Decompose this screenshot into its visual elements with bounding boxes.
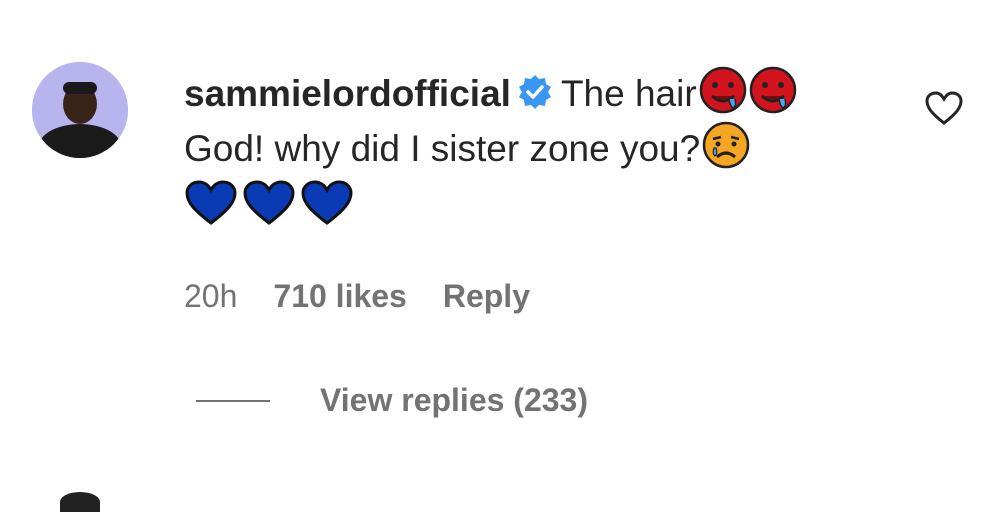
- blue-heart-icon: [301, 180, 353, 225]
- comment-username[interactable]: sammielordofficial: [184, 73, 511, 114]
- comment-text-line2: God! why did I sister zone you?: [184, 128, 701, 169]
- comment-timestamp: 20h: [184, 278, 238, 314]
- comment-body: sammielordofficial The hair God! why did…: [184, 66, 884, 235]
- comment-line-1: sammielordofficial The hair: [184, 66, 884, 121]
- view-replies-label: View replies (233): [320, 382, 588, 418]
- drooling-red-face-emoji: [749, 66, 796, 114]
- like-heart-icon[interactable]: [924, 90, 964, 126]
- comment-line-3: [184, 180, 884, 235]
- view-replies-button[interactable]: View replies (233): [196, 382, 588, 419]
- comment-meta: 20h 710 likes Reply: [184, 278, 566, 315]
- blue-heart-icon: [185, 180, 237, 225]
- blue-heart-icon: [243, 180, 295, 225]
- sad-crying-face-emoji: [702, 121, 750, 169]
- user-avatar[interactable]: [32, 62, 128, 158]
- comment-text-line1: The hair: [560, 73, 697, 114]
- verified-badge-icon: [518, 75, 551, 109]
- drooling-red-face-emoji: [699, 66, 746, 114]
- avatar-image: [32, 62, 128, 158]
- reply-button[interactable]: Reply: [443, 278, 530, 314]
- next-comment-avatar[interactable]: [60, 492, 100, 512]
- comment-likes-count[interactable]: 710 likes: [273, 278, 406, 314]
- comment-line-2: God! why did I sister zone you?: [184, 121, 884, 176]
- divider-line: [196, 399, 270, 402]
